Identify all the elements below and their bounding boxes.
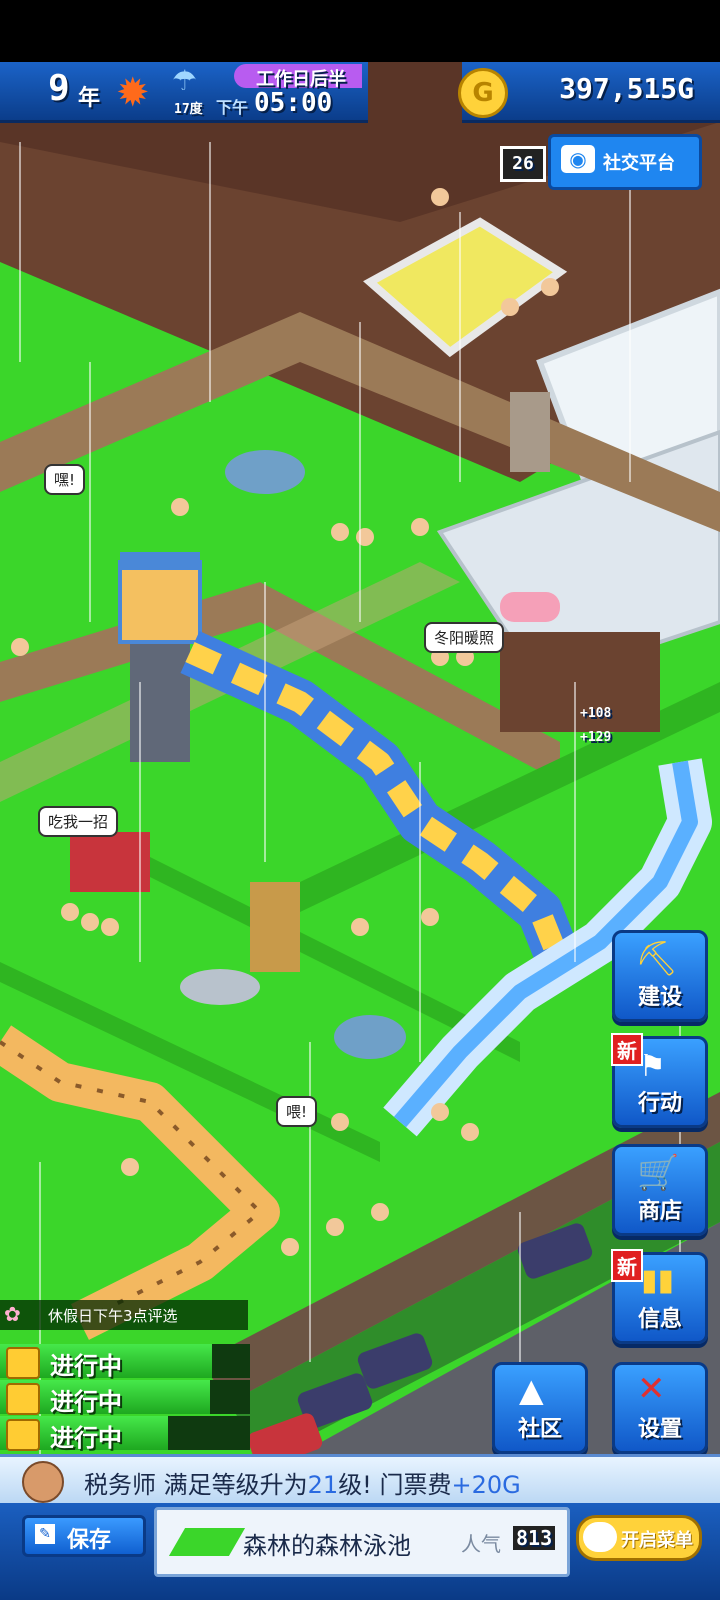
settings-label: 设置 xyxy=(637,1417,682,1442)
pillar xyxy=(510,392,550,472)
save-icon: ✎ xyxy=(35,1524,55,1544)
shop-button[interactable]: 🛒 商店 xyxy=(612,1144,708,1236)
avatar xyxy=(22,1461,64,1503)
fountain xyxy=(180,969,260,1005)
shop-label: 商店 xyxy=(637,1199,682,1224)
shopping-cart-icon: 🛒 xyxy=(637,1153,680,1193)
toggle-knob xyxy=(583,1522,617,1552)
open-menu-label: 开启菜单 xyxy=(621,1530,693,1551)
progress-row[interactable]: 进行中 xyxy=(0,1416,250,1452)
speech-bubble: 嘿! xyxy=(44,464,86,495)
speech-bubble: 吃我一招 xyxy=(38,806,119,837)
social-label: 社交平台 xyxy=(603,153,675,174)
flag-icon: ⚑ xyxy=(639,1049,666,1084)
progress-row[interactable]: 进行中 xyxy=(0,1380,250,1416)
build-button[interactable]: ⛏ 建设 xyxy=(612,930,708,1022)
ticker-job: 税务师 xyxy=(84,1471,156,1499)
popularity-label: 人气 xyxy=(461,1532,501,1556)
stall xyxy=(70,832,150,892)
new-badge: 新 xyxy=(611,1033,643,1066)
ampm: 下午 xyxy=(216,98,249,117)
temperature: 17度 xyxy=(174,102,203,117)
popularity-value: 813 xyxy=(513,1526,556,1550)
save-label: 保存 xyxy=(67,1528,112,1553)
excavator-icon: ⛏ xyxy=(635,939,679,979)
income-popup: +108 xyxy=(580,706,612,721)
year-number: 9 xyxy=(48,68,70,109)
build-label: 建设 xyxy=(637,985,682,1010)
news-ticker: 税务师 满足等级升为21级! 门票费+20G xyxy=(0,1454,720,1506)
progress-label: 进行中 xyxy=(50,1352,122,1380)
action-label: 行动 xyxy=(637,1091,682,1116)
speech-bubble: 喂! xyxy=(276,1096,318,1127)
task-icon xyxy=(6,1383,40,1415)
action-button[interactable]: ⚑ 行动 新 xyxy=(611,1033,708,1128)
event-header[interactable]: ✿ 休假日下午3点评选 xyxy=(0,1300,248,1330)
community-button[interactable]: ▲ 社区 xyxy=(492,1362,588,1454)
ticker-text-a: 满足等级升为 xyxy=(163,1471,308,1499)
settings-button[interactable]: ✕ 设置 xyxy=(612,1362,708,1454)
income-popup: +129 xyxy=(580,730,612,745)
clock: 05:00 xyxy=(254,88,333,118)
money-amount: 397,515G xyxy=(559,72,694,105)
event-title: 休假日下午3点评选 xyxy=(48,1307,178,1325)
chart-icon: ▮▮ xyxy=(641,1263,675,1298)
ticker-text-b: 级! xyxy=(338,1471,372,1499)
footer-bar: ✎ 保存 森林的森林泳池 人气 813 开启菜单 xyxy=(0,1503,720,1600)
umbrella-icon: ☂ xyxy=(172,64,198,97)
ticker-fee: +20G xyxy=(451,1471,521,1499)
autumn-leaf-icon: ✹ xyxy=(116,70,150,116)
info-label: 信息 xyxy=(637,1307,682,1332)
year-unit: 年 xyxy=(78,86,101,111)
money-panel: G 397,515G xyxy=(458,62,720,123)
speech-bubble: 冬阳暖照 xyxy=(424,622,505,653)
park-name: 森林的森林泳池 xyxy=(243,1532,411,1560)
community-label: 社区 xyxy=(517,1417,562,1442)
save-button[interactable]: ✎ 保存 xyxy=(22,1515,146,1557)
ticker-level: 21 xyxy=(307,1471,339,1499)
fish-statue xyxy=(334,1015,406,1059)
task-icon xyxy=(6,1347,40,1379)
tools-icon: ✕ xyxy=(637,1369,666,1409)
donut-float xyxy=(500,592,560,622)
progress-label: 进行中 xyxy=(50,1424,122,1452)
date-time-panel[interactable]: 9 年 ✹ ☂ 17度 工作日后半 下午 05:00 xyxy=(0,62,368,123)
cherry-blossom-icon: ✿ xyxy=(4,1302,21,1326)
mountain-icon: ▲ xyxy=(519,1371,544,1409)
social-button[interactable]: ◉ 社交平台 xyxy=(548,134,702,190)
info-button[interactable]: ▮▮ 信息 新 xyxy=(611,1249,708,1344)
bear-statue xyxy=(250,882,300,972)
park-emblem-icon xyxy=(168,1528,246,1556)
fish-statue xyxy=(225,450,305,494)
ticker-text-c: 门票费 xyxy=(379,1471,452,1499)
progress-label: 进行中 xyxy=(50,1388,122,1416)
park-info-panel[interactable]: 森林的森林泳池 人气 813 xyxy=(154,1507,570,1577)
camera-icon: ◉ xyxy=(561,145,595,173)
progress-row[interactable]: 进行中 xyxy=(0,1344,250,1380)
task-icon xyxy=(6,1419,40,1451)
open-menu-button[interactable]: 开启菜单 xyxy=(576,1515,702,1561)
new-badge: 新 xyxy=(611,1249,643,1282)
gold-coin-icon: G xyxy=(458,68,508,118)
day-badge: 26 xyxy=(500,146,546,182)
